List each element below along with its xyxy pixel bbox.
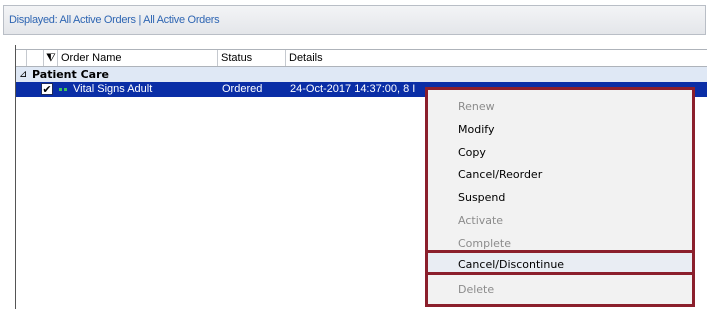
displayed-filter-bar: Displayed: All Active Orders | All Activ… xyxy=(3,5,706,35)
order-name: Vital Signs Adult xyxy=(73,83,153,95)
header-spacer-1 xyxy=(16,50,27,66)
order-checkbox[interactable]: ✔ xyxy=(41,83,53,95)
menu-item-cancel-discontinue[interactable]: Cancel/Discontinue xyxy=(458,258,564,271)
grid-header: ⧨ Order Name Status Details xyxy=(16,49,707,67)
column-header-order-name[interactable]: Order Name xyxy=(58,50,218,66)
order-details: 24-Oct-2017 14:37:00, 8 I xyxy=(290,83,416,95)
group-row-patient-care[interactable]: ⊿ Patient Care xyxy=(16,67,707,82)
menu-item-renew[interactable]: Renew xyxy=(458,100,495,113)
displayed-filter-link[interactable]: Displayed: All Active Orders | All Activ… xyxy=(9,14,220,26)
filter-icon[interactable]: ⧨ xyxy=(44,50,58,66)
menu-item-cancel-reorder[interactable]: Cancel/Reorder xyxy=(458,168,542,181)
menu-item-copy[interactable]: Copy xyxy=(458,146,486,159)
menu-item-cancel-discontinue-highlight[interactable]: Cancel/Discontinue xyxy=(425,250,695,275)
collapse-arrow-icon[interactable]: ⊿ xyxy=(19,67,27,82)
group-label: Patient Care xyxy=(32,68,109,81)
order-status-icon xyxy=(59,88,68,92)
header-spacer-2 xyxy=(27,50,44,66)
column-header-status[interactable]: Status xyxy=(218,50,286,66)
column-header-details[interactable]: Details xyxy=(286,50,707,66)
menu-item-activate[interactable]: Activate xyxy=(458,214,503,227)
menu-item-complete[interactable]: Complete xyxy=(458,237,511,250)
menu-item-delete[interactable]: Delete xyxy=(458,283,494,296)
order-status: Ordered xyxy=(222,83,263,95)
menu-item-suspend[interactable]: Suspend xyxy=(458,191,505,204)
menu-item-modify[interactable]: Modify xyxy=(458,123,494,136)
